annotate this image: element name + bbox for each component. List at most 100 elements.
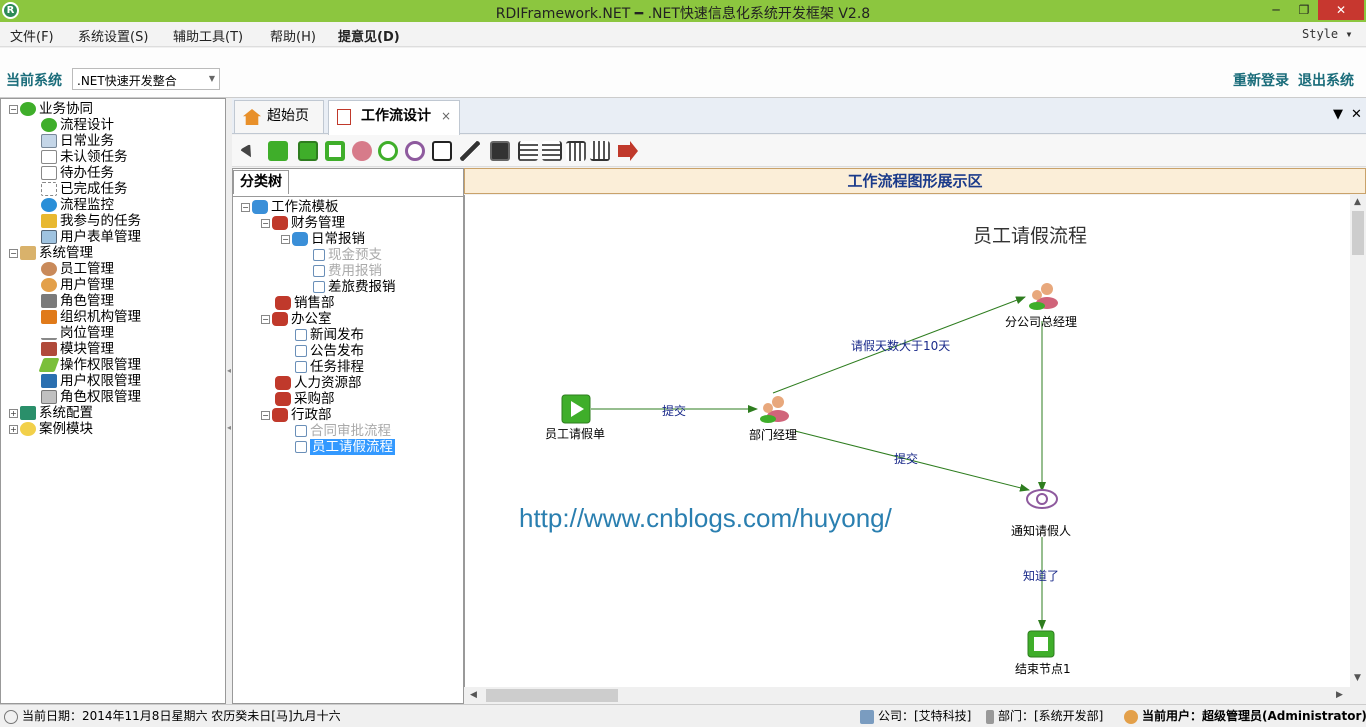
cat-schedule[interactable]: 任务排程 — [295, 359, 364, 375]
pencil-icon — [38, 358, 60, 372]
style-dropdown[interactable]: Style ▾ — [1302, 27, 1353, 41]
cat-hr[interactable]: 人力资源部 — [275, 375, 362, 391]
align-top-icon[interactable] — [566, 141, 586, 161]
menu-tools[interactable]: 辅助工具(T) — [173, 26, 243, 45]
vertical-scroll-thumb[interactable] — [1352, 211, 1364, 255]
logout-link[interactable]: 退出系统 — [1298, 70, 1354, 90]
nav-item-employees[interactable]: 员工管理 — [41, 261, 114, 277]
lock-tool-icon[interactable] — [268, 141, 288, 161]
nav-item-daily[interactable]: 日常业务 — [41, 133, 114, 149]
cat-root[interactable]: − 工作流模板 — [241, 199, 339, 215]
cat-daily-expense[interactable]: − 日常报销 — [281, 231, 365, 247]
tab-home[interactable]: 超始页 — [234, 100, 324, 133]
cat-expense[interactable]: 费用报销 — [313, 263, 382, 279]
pointer-tool-icon[interactable] — [239, 143, 257, 161]
nav-item-op-perm[interactable]: 操作权限管理 — [38, 357, 141, 373]
tab-category-tree[interactable]: 分类树 — [233, 170, 289, 194]
nav-item-positions[interactable]: 岗位管理 — [41, 325, 114, 341]
align-bottom-icon[interactable] — [590, 141, 610, 161]
menu-settings[interactable]: 系统设置(S) — [78, 26, 148, 45]
role-icon — [41, 294, 57, 308]
cat-notice[interactable]: 公告发布 — [295, 343, 364, 359]
tab-workflow-design[interactable]: 工作流设计 × — [328, 100, 460, 135]
end-node-tool-icon[interactable] — [325, 141, 345, 161]
tab-close-icon[interactable]: × — [441, 101, 451, 131]
collapse-icon[interactable]: − — [261, 218, 270, 228]
subflow-tool-icon[interactable] — [432, 141, 452, 161]
collapse-icon[interactable]: − — [9, 104, 18, 114]
align-right-icon[interactable] — [542, 141, 562, 161]
category-icon — [275, 296, 291, 310]
nav-group-samples[interactable]: + 案例模块 — [9, 421, 93, 437]
nav-item-participated[interactable]: 我参与的任务 — [41, 213, 141, 229]
tab-list-dropdown-icon[interactable]: ▼ — [1333, 107, 1343, 122]
notify-tool-icon[interactable] — [405, 141, 425, 161]
collapse-icon[interactable]: − — [9, 248, 18, 258]
tabs-close-all-icon[interactable]: ✕ — [1351, 107, 1362, 122]
nav-item-role-perm[interactable]: 角色权限管理 — [41, 389, 141, 405]
menu-feedback[interactable]: 提意见(D) — [338, 26, 400, 45]
cat-admin[interactable]: − 行政部 — [261, 407, 332, 423]
collapse-icon[interactable]: − — [261, 314, 270, 324]
cat-travel[interactable]: 差旅费报销 — [313, 279, 396, 295]
minimize-button[interactable]: ─ — [1262, 0, 1290, 20]
cat-news[interactable]: 新闻发布 — [295, 327, 364, 343]
diagram-horizontal-scrollbar[interactable]: ◀ ▶ — [464, 687, 1350, 704]
collapse-icon[interactable]: − — [261, 410, 270, 420]
connector-tool-icon[interactable] — [460, 141, 480, 161]
exit-icon[interactable] — [618, 141, 638, 161]
maximize-button[interactable]: ❐ — [1290, 0, 1318, 20]
collapse-icon[interactable]: − — [241, 202, 250, 212]
menu-file[interactable]: 文件(F) — [10, 26, 54, 45]
nav-item-done[interactable]: 已完成任务 — [41, 181, 128, 197]
notify-node-eye-icon[interactable] — [1026, 489, 1058, 509]
nav-group-config[interactable]: + 系统配置 — [9, 405, 93, 421]
nav-group-business[interactable]: − 业务协同 — [9, 101, 93, 117]
collapse-icon[interactable]: − — [281, 234, 290, 244]
close-button[interactable]: ✕ — [1318, 0, 1364, 20]
status-bar: 当前日期：2014年11月8日星期六 农历癸未日[马]九月十六 公司：[艾特科技… — [0, 704, 1366, 727]
menu-help[interactable]: 帮助(H) — [270, 26, 316, 45]
horizontal-scroll-thumb[interactable] — [486, 689, 618, 702]
nav-item-flow-design[interactable]: 流程设计 — [41, 117, 114, 133]
expand-icon[interactable]: + — [9, 408, 18, 418]
user-permission-icon — [41, 374, 57, 388]
nav-group-system[interactable]: − 系统管理 — [9, 245, 93, 261]
branch-tool-icon[interactable] — [378, 141, 398, 161]
nav-item-modules[interactable]: 模块管理 — [41, 341, 114, 357]
cat-cash-advance[interactable]: 现金预支 — [313, 247, 382, 263]
cat-sales[interactable]: 销售部 — [275, 295, 335, 311]
nav-item-unclaimed[interactable]: 未认领任务 — [41, 149, 128, 165]
start-node-tool-icon[interactable] — [298, 141, 318, 161]
system-select[interactable]: .NET快速开发整合 ▼ — [72, 68, 220, 90]
branch-manager-node-icon[interactable] — [1029, 283, 1058, 310]
user-icon — [41, 278, 57, 292]
save-icon[interactable] — [490, 141, 510, 161]
current-system-label: 当前系统 — [6, 73, 62, 89]
nav-item-user-forms[interactable]: 用户表单管理 — [41, 229, 141, 245]
cat-contract[interactable]: 合同审批流程 — [295, 423, 391, 439]
document-icon — [41, 150, 57, 164]
nav-item-todo[interactable]: 待办任务 — [41, 165, 114, 181]
nav-item-roles[interactable]: 角色管理 — [41, 293, 114, 309]
user-task-tool-icon[interactable] — [352, 141, 372, 161]
workflow-canvas[interactable]: 员工请假流程 员工请假单 部门经理 分公司总经理 通知请假人 结束节点1 提交 … — [464, 195, 1350, 687]
node-notify-label: 通知请假人 — [1011, 524, 1072, 538]
dept-manager-node-icon[interactable] — [760, 396, 789, 423]
diagram-vertical-scrollbar[interactable]: ▲ ▼ — [1350, 195, 1366, 687]
expand-icon[interactable]: + — [9, 424, 18, 434]
cat-finance[interactable]: − 财务管理 — [261, 215, 345, 231]
align-left-icon[interactable] — [518, 141, 538, 161]
nav-item-org[interactable]: 组织机构管理 — [41, 309, 141, 325]
flow-item-icon — [313, 249, 325, 261]
cat-office[interactable]: − 办公室 — [261, 311, 332, 327]
eye-icon — [41, 198, 57, 212]
cat-leave[interactable]: 员工请假流程 — [295, 439, 395, 455]
category-icon — [275, 376, 291, 390]
status-company: 公司：[艾特科技] — [860, 705, 971, 727]
nav-item-monitor[interactable]: 流程监控 — [41, 197, 114, 213]
nav-item-user-perm[interactable]: 用户权限管理 — [41, 373, 141, 389]
cat-purchase[interactable]: 采购部 — [275, 391, 335, 407]
relogin-link[interactable]: 重新登录 — [1233, 70, 1289, 90]
nav-item-users[interactable]: 用户管理 — [41, 277, 114, 293]
